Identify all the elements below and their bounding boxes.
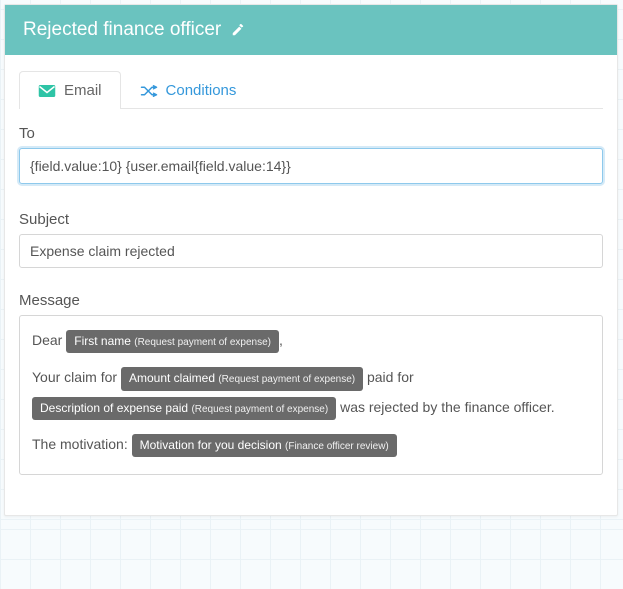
tab-email[interactable]: Email bbox=[19, 71, 121, 109]
form-group-to: To bbox=[19, 125, 603, 187]
panel: Rejected finance officer Email Conditi bbox=[4, 4, 618, 516]
chip-motivation[interactable]: Motivation for you decision (Finance off… bbox=[132, 434, 397, 457]
text-claim-for: Your claim for bbox=[32, 369, 121, 385]
chip-first-name[interactable]: First name (Request payment of expense) bbox=[66, 330, 279, 353]
form-group-message: Message Dear First name (Request payment… bbox=[19, 292, 603, 475]
chip-description-main: Description of expense paid bbox=[40, 401, 191, 415]
chip-description[interactable]: Description of expense paid (Request pay… bbox=[32, 397, 336, 420]
text-motivation: The motivation: bbox=[32, 436, 132, 452]
subject-label: Subject bbox=[19, 211, 603, 228]
chip-motivation-main: Motivation for you decision bbox=[140, 438, 285, 452]
chip-amount-sub: (Request payment of expense) bbox=[218, 374, 355, 385]
message-box[interactable]: Dear First name (Request payment of expe… bbox=[19, 315, 603, 475]
text-paid-for: paid for bbox=[363, 369, 414, 385]
pencil-icon[interactable] bbox=[231, 23, 245, 37]
chip-motivation-sub: (Finance officer review) bbox=[285, 441, 389, 452]
chip-description-sub: (Request payment of expense) bbox=[191, 404, 328, 415]
envelope-icon bbox=[38, 84, 56, 98]
text-comma: , bbox=[279, 332, 283, 348]
panel-header: Rejected finance officer bbox=[5, 5, 617, 55]
to-label: To bbox=[19, 125, 603, 142]
chip-amount-main: Amount claimed bbox=[129, 371, 218, 385]
to-input[interactable] bbox=[19, 148, 603, 184]
text-dear: Dear bbox=[32, 332, 66, 348]
message-label: Message bbox=[19, 292, 603, 309]
tab-conditions-label: Conditions bbox=[166, 82, 237, 99]
tab-email-label: Email bbox=[64, 82, 102, 99]
tab-conditions[interactable]: Conditions bbox=[121, 71, 256, 109]
tabs: Email Conditions bbox=[19, 71, 603, 109]
subject-input[interactable] bbox=[19, 234, 603, 268]
form-group-subject: Subject bbox=[19, 211, 603, 268]
panel-title: Rejected finance officer bbox=[23, 19, 221, 41]
message-line-1: Dear First name (Request payment of expe… bbox=[32, 326, 590, 355]
message-line-3: The motivation: Motivation for you decis… bbox=[32, 430, 590, 459]
text-rejected: was rejected by the finance officer. bbox=[336, 399, 554, 415]
chip-amount[interactable]: Amount claimed (Request payment of expen… bbox=[121, 367, 363, 390]
chip-first-name-main: First name bbox=[74, 334, 134, 348]
panel-body: Email Conditions To Subject Message bbox=[5, 55, 617, 515]
message-line-2: Your claim for Amount claimed (Request p… bbox=[32, 363, 590, 422]
chip-first-name-sub: (Request payment of expense) bbox=[134, 337, 271, 348]
shuffle-icon bbox=[140, 84, 158, 98]
